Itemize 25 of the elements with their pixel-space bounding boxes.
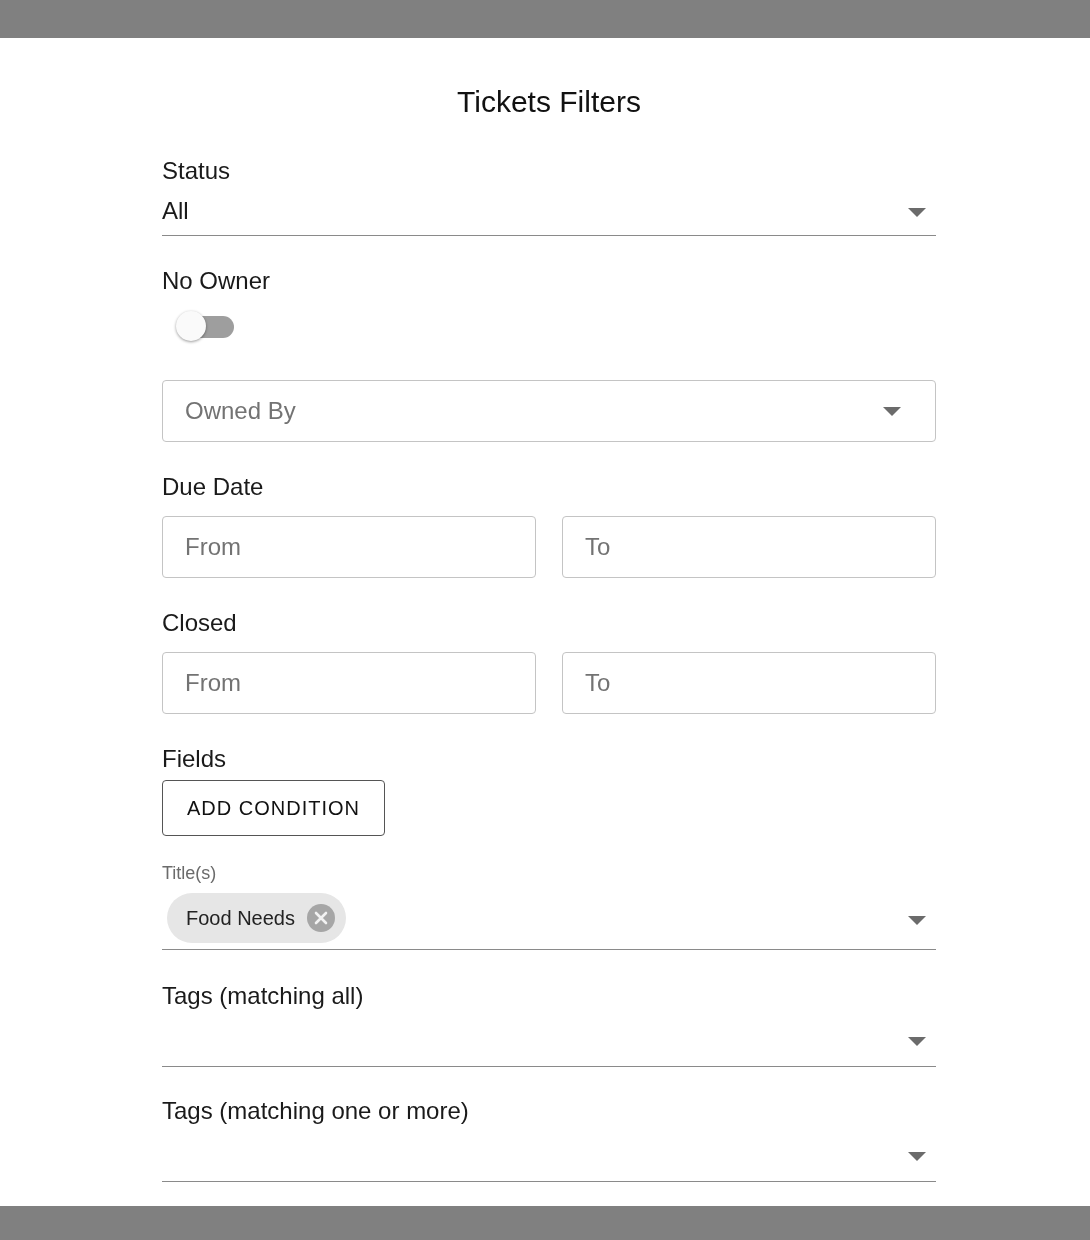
add-condition-button[interactable]: ADD CONDITION [162,780,385,836]
toggle-switch[interactable] [176,311,236,341]
dropdown-arrow-icon [908,208,926,217]
dropdown-arrow-icon [908,1152,926,1161]
date-from-field[interactable]: From [162,652,536,714]
field-label: Tags (matching one or more) [162,1097,470,1125]
date-to-field[interactable]: To [562,516,936,578]
dropdown-arrow-icon [908,1037,926,1046]
dropdown-arrow-icon [883,406,901,416]
date-to-field[interactable]: To [562,652,936,714]
field-label: Title(s) [162,863,218,883]
field-label: Closed [162,609,238,637]
field-label: Status [162,157,232,185]
page-title: Tickets Filters [456,84,642,120]
remove-icon[interactable] [306,904,335,932]
field-label: Fields [162,745,228,773]
chip-label: Food Needs [186,906,295,930]
field-label: Tags (matching all) [162,982,365,1010]
owner-select[interactable]: Owned By [162,380,936,442]
dropdown-arrow-icon [908,916,926,925]
field-label: Due Date [162,473,265,501]
date-from-field[interactable]: From [162,516,536,578]
status-select[interactable]: All [162,185,936,236]
titles-select[interactable]: Food Needs [162,883,936,950]
field-label: No Owner [162,267,272,295]
